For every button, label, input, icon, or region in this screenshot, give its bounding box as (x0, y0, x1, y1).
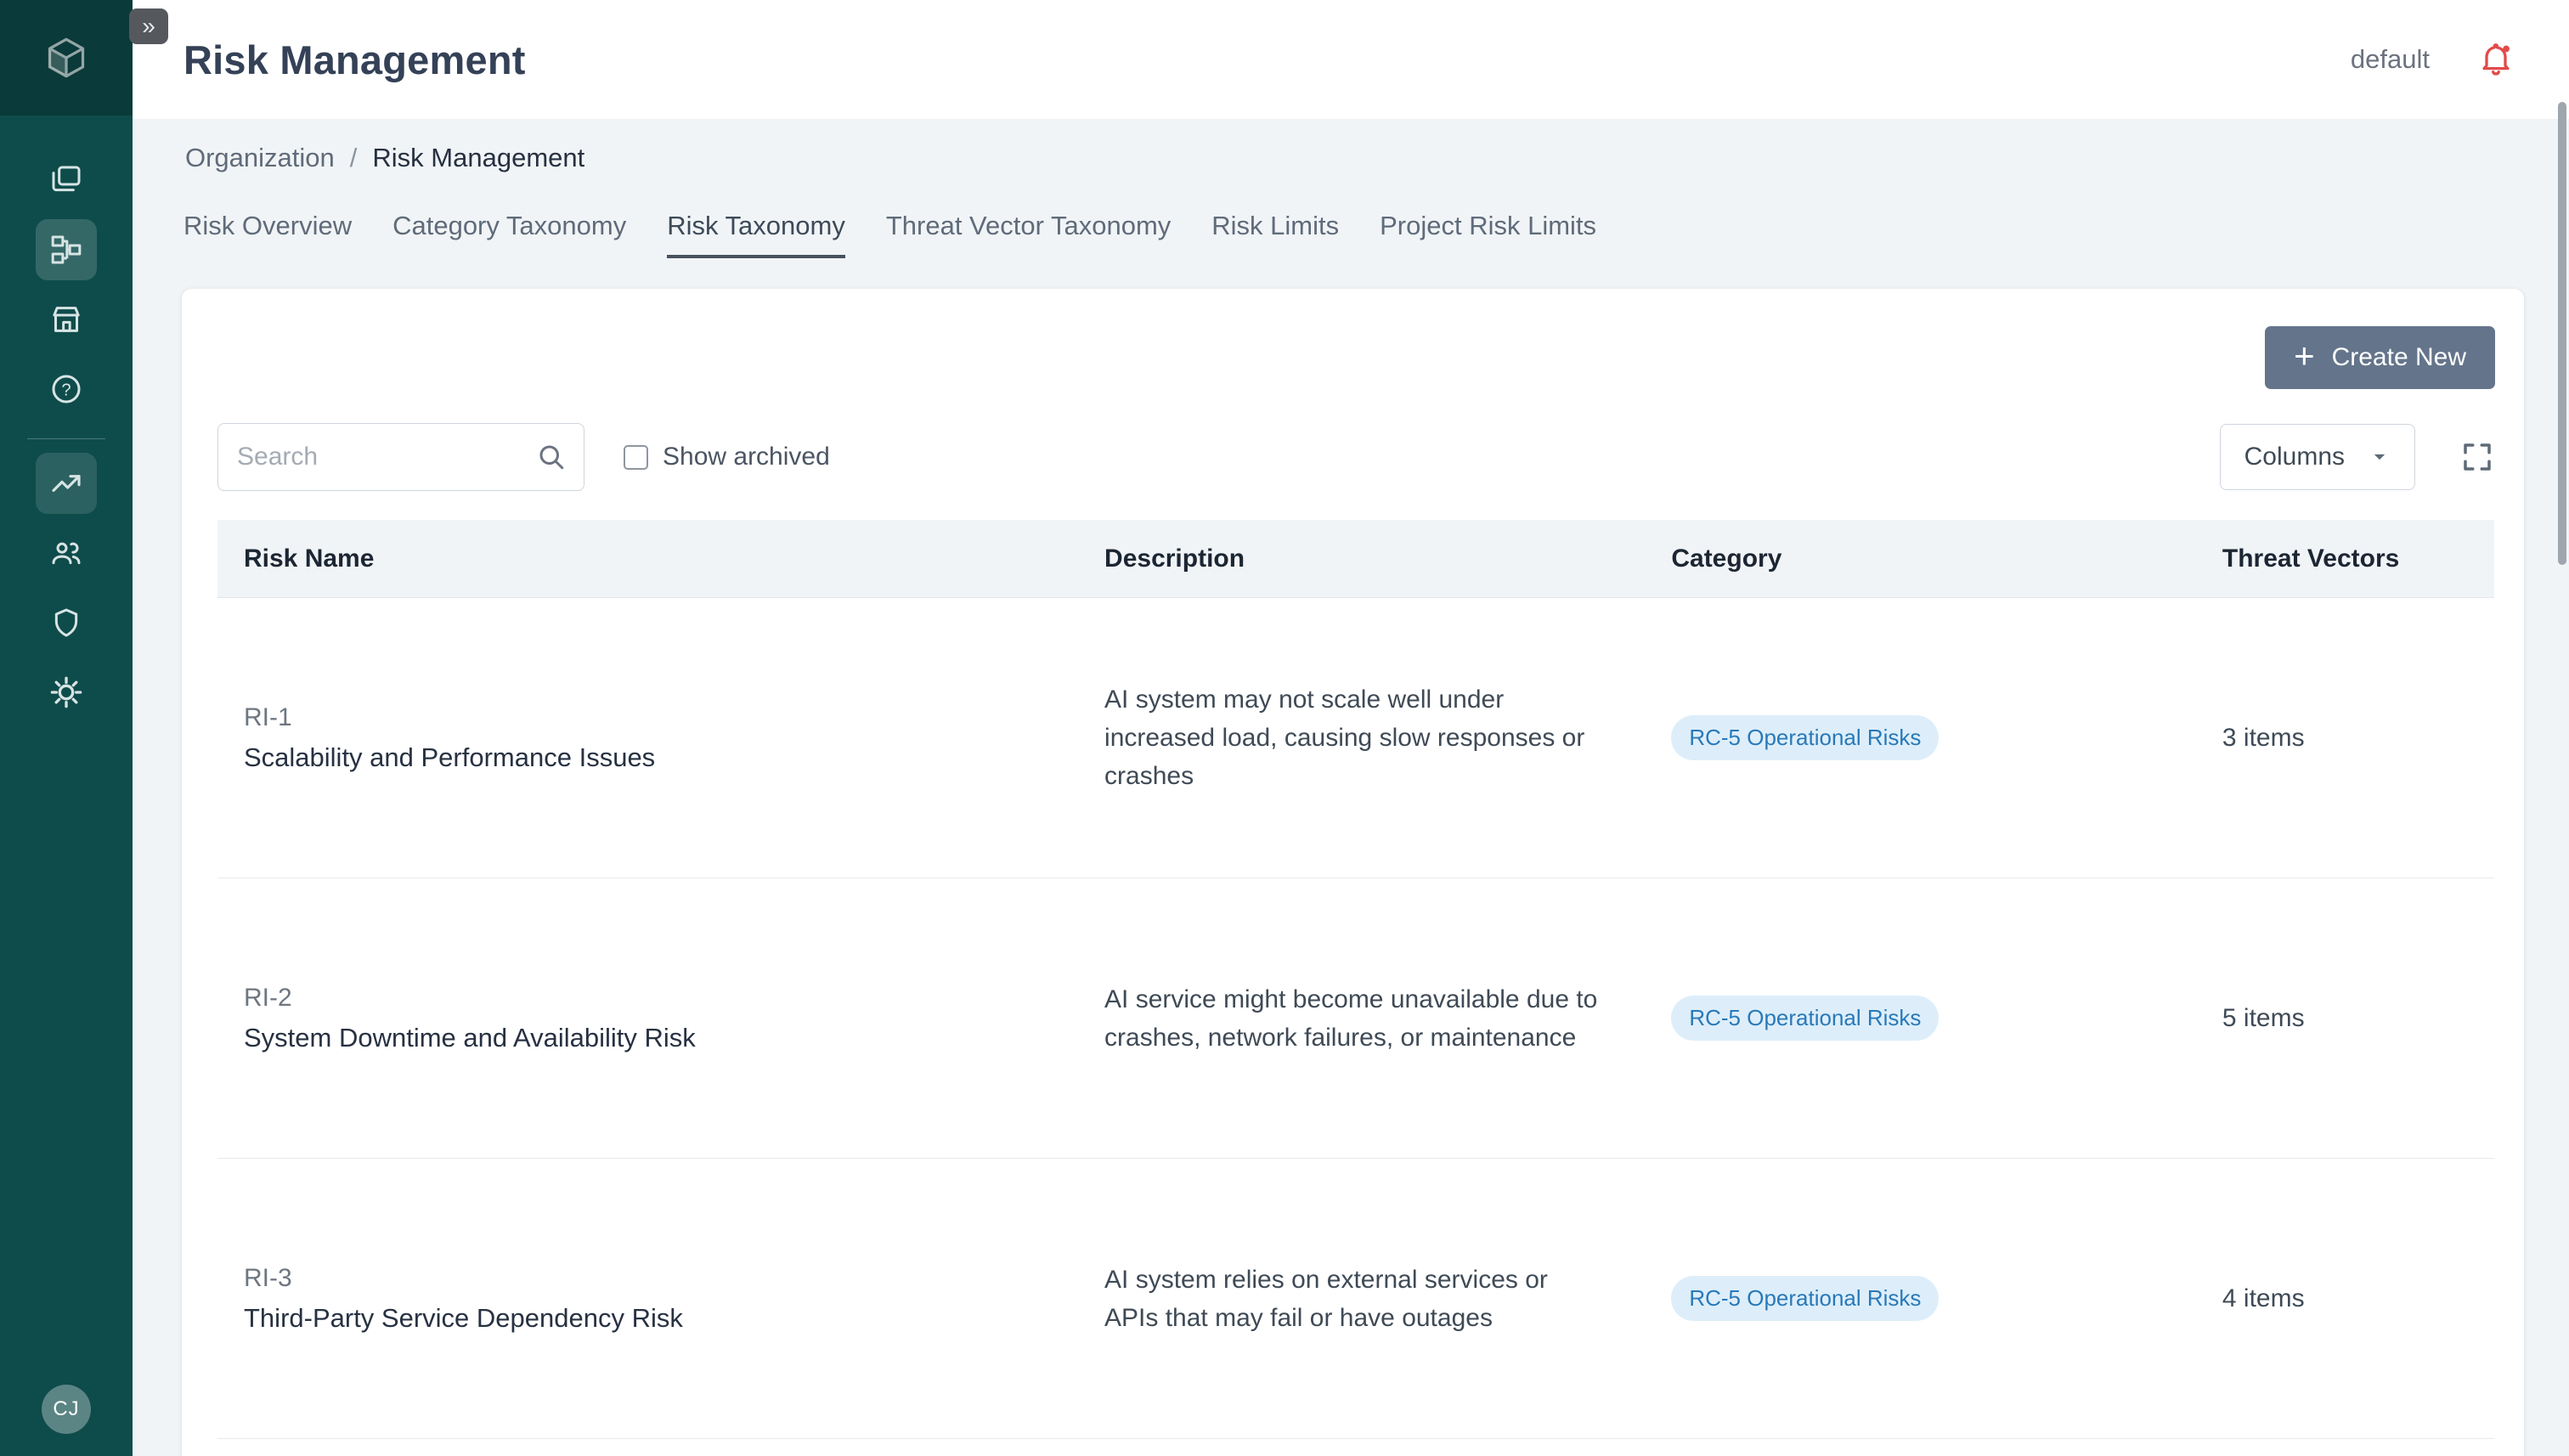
threat-vectors-count: 4 items (2196, 1284, 2494, 1313)
show-archived-label: Show archived (663, 443, 830, 471)
sidebar-divider (27, 438, 105, 439)
risk-id-link[interactable]: RI-2 (244, 984, 1078, 1013)
users-icon (49, 536, 83, 570)
create-new-label: Create New (2332, 343, 2466, 372)
chevron-down-icon (2367, 444, 2392, 470)
sidebar-nav-bottom (36, 453, 97, 723)
user-avatar[interactable]: CJ (42, 1385, 91, 1434)
trending-up-icon (49, 466, 83, 500)
plus-icon: + (2294, 338, 2315, 374)
risk-name: Scalability and Performance Issues (244, 742, 1078, 773)
columns-label: Columns (2244, 443, 2345, 471)
notifications-bell-icon[interactable] (2477, 41, 2515, 78)
table-toolbar: Show archived Columns (182, 289, 2524, 491)
shield-icon (49, 606, 83, 640)
chevrons-right-icon: » (142, 13, 155, 40)
show-archived-checkbox[interactable] (624, 445, 648, 470)
risk-id-link[interactable]: RI-3 (244, 1264, 1078, 1293)
threat-vectors-count: 3 items (2196, 724, 2494, 753)
hierarchy-icon (49, 233, 83, 267)
gear-icon (49, 675, 83, 709)
category-chip[interactable]: RC-5 Operational Risks (1671, 1276, 1939, 1321)
column-header-risk-name[interactable]: Risk Name (217, 545, 1078, 573)
sidebar-item-help[interactable]: ? (36, 358, 97, 420)
risk-table: Risk Name Description Category Threat Ve… (217, 520, 2494, 1439)
risk-description: AI system relies on external services or… (1078, 1261, 1598, 1337)
storefront-icon (49, 302, 83, 336)
sidebar-item-metrics[interactable] (36, 453, 97, 514)
page-title: Risk Management (184, 37, 526, 83)
risk-description: AI service might become unavailable due … (1078, 980, 1598, 1057)
fullscreen-icon[interactable] (2459, 439, 2495, 475)
tab-category-taxonomy[interactable]: Category Taxonomy (392, 211, 626, 258)
sidebar-nav-top: ? (36, 150, 97, 420)
tab-risk-limits[interactable]: Risk Limits (1211, 211, 1339, 258)
breadcrumb: Organization / Risk Management (185, 143, 2524, 173)
column-header-description[interactable]: Description (1078, 545, 1645, 573)
breadcrumb-separator: / (350, 143, 358, 173)
sidebar-item-taxonomy[interactable] (36, 219, 97, 280)
help-icon: ? (49, 372, 83, 406)
avatar-initials: CJ (53, 1397, 79, 1421)
risk-name: System Downtime and Availability Risk (244, 1023, 1078, 1053)
scrollbar-thumb[interactable] (2558, 102, 2566, 565)
tab-project-risk-limits[interactable]: Project Risk Limits (1380, 211, 1596, 258)
tab-threat-vector-taxonomy[interactable]: Threat Vector Taxonomy (886, 211, 1171, 258)
search-input[interactable] (237, 443, 536, 471)
main-content: Organization / Risk Management Risk Over… (133, 119, 2569, 1456)
tab-risk-overview[interactable]: Risk Overview (184, 211, 352, 258)
risk-taxonomy-panel: + Create New Show archived Columns (182, 289, 2524, 1456)
columns-button[interactable]: Columns (2220, 424, 2415, 490)
category-chip[interactable]: RC-5 Operational Risks (1671, 996, 1939, 1041)
scrollbar-track[interactable] (2555, 0, 2569, 1456)
projects-icon (49, 163, 83, 197)
svg-text:?: ? (61, 381, 71, 400)
breadcrumb-current: Risk Management (372, 143, 584, 173)
column-header-threat-vectors[interactable]: Threat Vectors (2196, 545, 2494, 573)
table-row[interactable]: RI-3 Third-Party Service Dependency Risk… (217, 1159, 2494, 1439)
sidebar-item-security[interactable] (36, 592, 97, 653)
app-header: Risk Management default (133, 0, 2569, 119)
environment-label: default (2351, 44, 2430, 75)
threat-vectors-count: 5 items (2196, 1004, 2494, 1033)
sidebar-item-projects[interactable] (36, 150, 97, 211)
show-archived-toggle[interactable]: Show archived (624, 443, 830, 471)
column-header-category[interactable]: Category (1645, 545, 2196, 573)
table-row[interactable]: RI-2 System Downtime and Availability Ri… (217, 878, 2494, 1159)
table-row[interactable]: RI-1 Scalability and Performance Issues … (217, 598, 2494, 878)
sidebar: ? (0, 0, 133, 1456)
tab-bar: Risk Overview Category Taxonomy Risk Tax… (184, 211, 2524, 258)
search-box (217, 423, 584, 491)
category-chip[interactable]: RC-5 Operational Risks (1671, 715, 1939, 760)
risk-name: Third-Party Service Dependency Risk (244, 1303, 1078, 1334)
sidebar-item-settings[interactable] (36, 662, 97, 723)
sidebar-expand-button[interactable]: » (129, 8, 168, 44)
create-new-button[interactable]: + Create New (2265, 326, 2495, 389)
table-header-row: Risk Name Description Category Threat Ve… (217, 520, 2494, 598)
breadcrumb-organization[interactable]: Organization (185, 143, 335, 173)
app-logo[interactable] (0, 0, 133, 116)
sidebar-item-users[interactable] (36, 522, 97, 584)
tab-risk-taxonomy[interactable]: Risk Taxonomy (667, 211, 845, 258)
risk-id-link[interactable]: RI-1 (244, 703, 1078, 732)
sidebar-item-marketplace[interactable] (36, 289, 97, 350)
search-icon[interactable] (536, 442, 567, 472)
risk-description: AI system may not scale well under incre… (1078, 680, 1598, 795)
